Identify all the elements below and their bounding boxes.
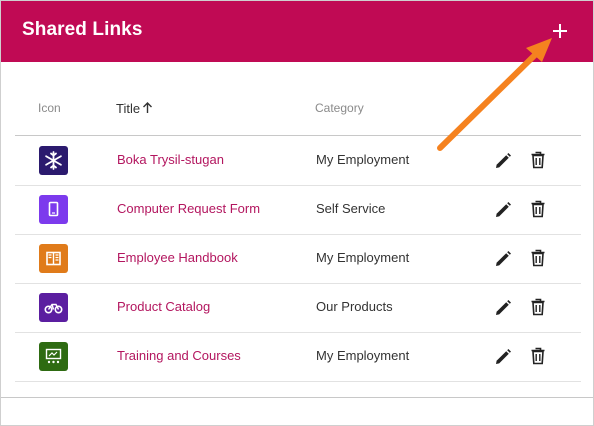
pencil-icon xyxy=(496,153,511,168)
link-title[interactable]: Boka Trysil-stugan xyxy=(117,152,224,167)
sort-ascending-icon xyxy=(143,102,153,113)
edit-button[interactable] xyxy=(492,297,514,319)
edit-button[interactable] xyxy=(492,346,514,368)
trash-icon xyxy=(531,298,545,316)
edit-button[interactable] xyxy=(492,199,514,221)
link-category: My Employment xyxy=(316,152,410,167)
link-title[interactable]: Training and Courses xyxy=(117,348,241,363)
column-header-icon: Icon xyxy=(38,101,61,115)
column-header-title[interactable]: Title xyxy=(116,101,153,116)
pencil-icon xyxy=(496,349,511,364)
delete-button[interactable] xyxy=(527,345,549,367)
link-category: Our Products xyxy=(316,299,393,314)
column-header-title-label: Title xyxy=(116,101,141,116)
link-category: Self Service xyxy=(316,201,386,216)
trash-icon xyxy=(531,200,545,218)
delete-button[interactable] xyxy=(527,149,549,171)
table-row: Product Catalog Our Products xyxy=(15,283,581,333)
delete-button[interactable] xyxy=(527,247,549,269)
trash-icon xyxy=(531,151,545,169)
panel-footer-divider xyxy=(1,397,593,398)
trash-icon xyxy=(531,347,545,365)
table-row: Computer Request Form Self Service xyxy=(15,185,581,235)
presentation-icon xyxy=(39,342,68,371)
table-row: Training and Courses My Employment xyxy=(15,332,581,382)
book-icon xyxy=(39,244,68,273)
link-title[interactable]: Computer Request Form xyxy=(117,201,260,216)
pencil-icon xyxy=(496,300,511,315)
table-row: Boka Trysil-stugan My Employment xyxy=(15,136,581,186)
shared-links-panel: Shared Links Icon Title Category Boka Tr… xyxy=(0,0,594,426)
add-link-button[interactable] xyxy=(544,15,576,47)
plus-icon xyxy=(553,24,567,38)
link-category: My Employment xyxy=(316,348,410,363)
panel-title: Shared Links xyxy=(22,19,143,40)
link-category: My Employment xyxy=(316,250,410,265)
table-row: Employee Handbook My Employment xyxy=(15,234,581,284)
pencil-icon xyxy=(496,202,511,217)
trash-icon xyxy=(531,249,545,267)
link-title[interactable]: Employee Handbook xyxy=(117,250,238,265)
link-title[interactable]: Product Catalog xyxy=(117,299,210,314)
panel-header: Shared Links xyxy=(1,1,593,62)
column-header-category: Category xyxy=(315,101,364,115)
delete-button[interactable] xyxy=(527,296,549,318)
edit-button[interactable] xyxy=(492,150,514,172)
bicycle-icon xyxy=(39,293,68,322)
edit-button[interactable] xyxy=(492,248,514,270)
delete-button[interactable] xyxy=(527,198,549,220)
pencil-icon xyxy=(496,251,511,266)
snowflake-icon xyxy=(39,146,68,175)
tablet-icon xyxy=(39,195,68,224)
